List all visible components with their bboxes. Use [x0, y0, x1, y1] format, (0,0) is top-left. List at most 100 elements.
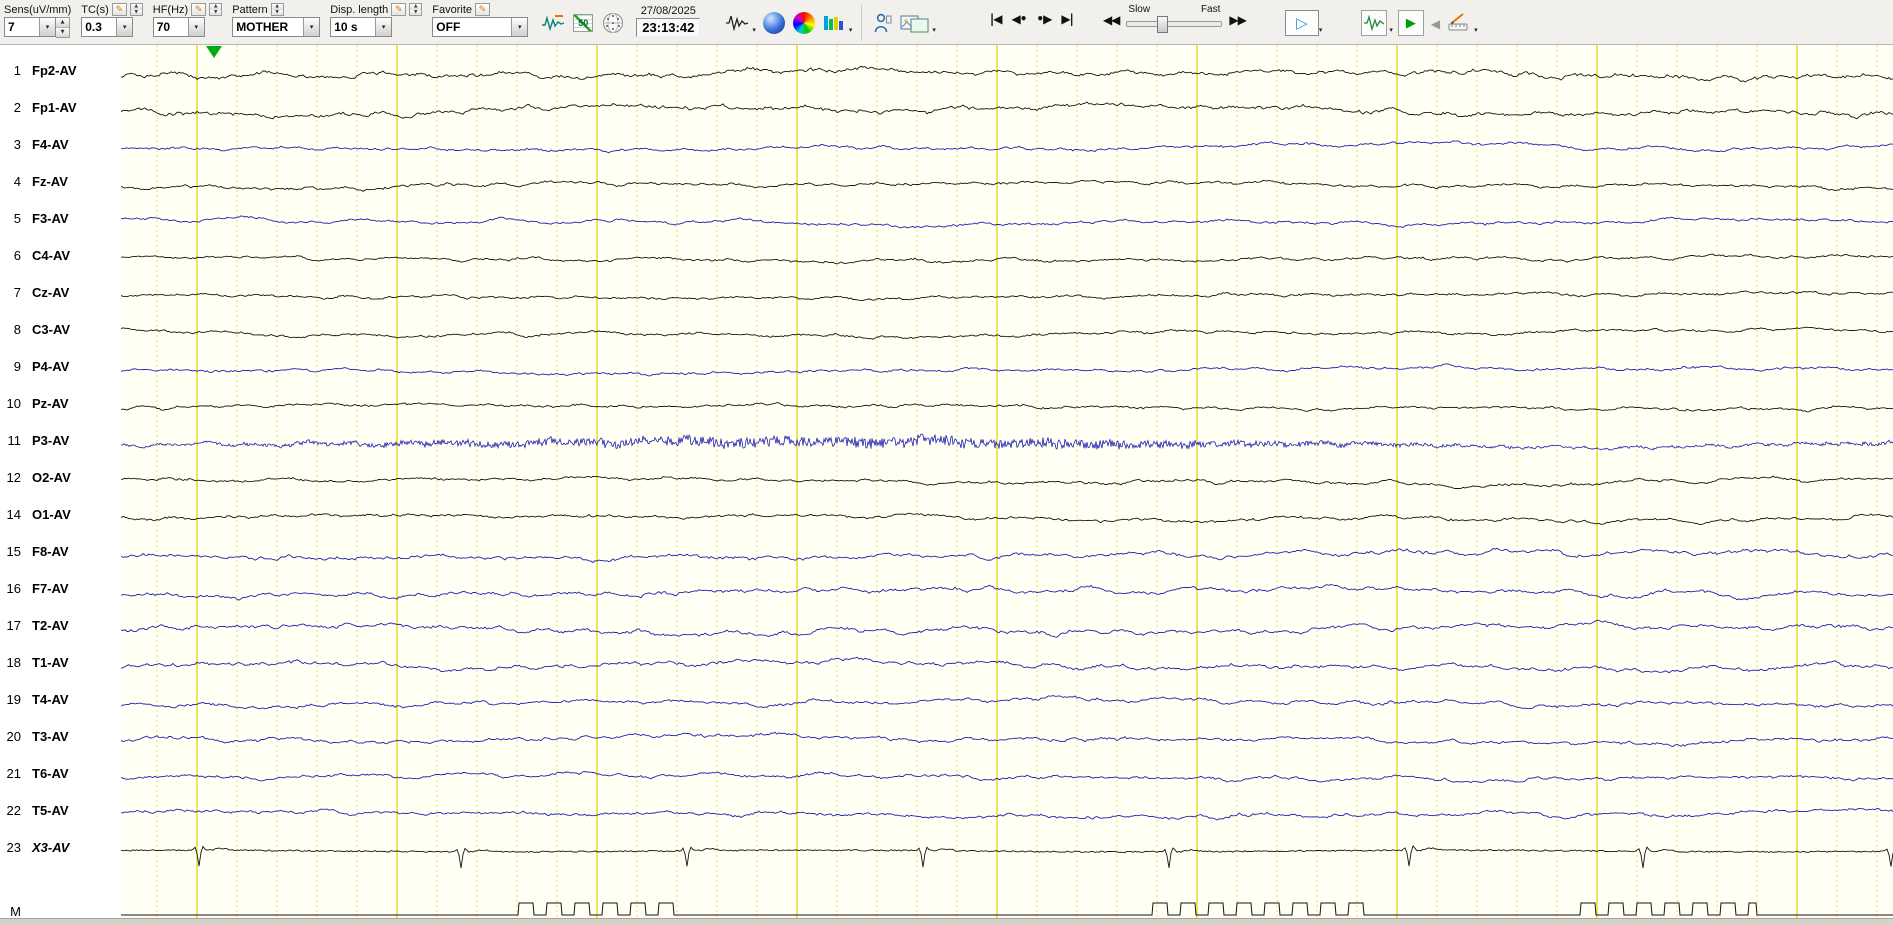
chevron-down-icon[interactable]: ▾: [116, 18, 133, 36]
channel-label-row[interactable]: 8 C3-AV: [0, 322, 121, 338]
channel-label: C3-AV: [32, 322, 71, 337]
skip-to-end-button[interactable]: ▶|: [1056, 12, 1078, 26]
channel-label-row[interactable]: 16 F7-AV: [0, 581, 121, 597]
chevron-down-icon[interactable]: ▾: [1389, 26, 1393, 36]
pattern-value: MOTHER: [236, 20, 289, 34]
time-constant-dropdown[interactable]: 0.3 ▾: [81, 17, 134, 37]
slow-label: Slow: [1128, 4, 1151, 15]
chevron-down-icon[interactable]: ▾: [39, 18, 55, 36]
auto-play-button[interactable]: ▶: [1397, 10, 1424, 36]
sensitivity-dropdown[interactable]: 7 ▾: [4, 17, 56, 37]
high-cut-spinner[interactable]: ▲ ▼: [209, 3, 223, 16]
edit-pencil-icon[interactable]: ✎: [191, 3, 207, 16]
channel-label-row[interactable]: 4 Fz-AV: [0, 174, 121, 190]
chevron-down-icon[interactable]: ▾: [187, 18, 204, 36]
dsa-bars-icon: [823, 16, 843, 30]
pattern-spinner[interactable]: ▲ ▼: [270, 3, 284, 16]
time-constant-spinner[interactable]: ▲ ▼: [129, 3, 143, 16]
channel-number: 6: [13, 248, 21, 263]
brain-map-icon: [762, 12, 785, 34]
position-marker-icon[interactable]: [206, 46, 222, 58]
channel-label-row[interactable]: 5 F3-AV: [0, 211, 121, 227]
favorite-dropdown[interactable]: OFF ▾: [432, 17, 529, 37]
chevron-down-icon[interactable]: ▾: [511, 18, 528, 36]
channel-label: Cz-AV: [32, 285, 70, 300]
channel-label-row[interactable]: 20 T3-AV: [0, 729, 121, 745]
annotation-tools-icon: [1448, 13, 1468, 31]
high-cut-dropdown[interactable]: 70 ▾: [152, 17, 205, 37]
annotation-tools-button[interactable]: [1446, 10, 1472, 36]
channel-number: 18: [6, 655, 21, 670]
display-length-value: 10 s: [334, 20, 358, 34]
favorite-value: OFF: [436, 20, 461, 34]
channel-number: 8: [13, 322, 21, 337]
edit-pencil-icon[interactable]: ✎: [475, 3, 491, 16]
channel-label-row[interactable]: 21 T6-AV: [0, 766, 121, 782]
step-forward-button[interactable]: •▶: [1031, 12, 1056, 26]
patient-info-button[interactable]: [870, 10, 896, 36]
horizontal-scrollbar[interactable]: [0, 918, 1893, 925]
pattern-dropdown[interactable]: MOTHER ▾: [232, 17, 321, 37]
edit-pencil-icon[interactable]: ✎: [391, 3, 407, 16]
video-review-button[interactable]: [900, 10, 930, 36]
channel-label-row[interactable]: 2 Fp1-AV: [0, 100, 121, 116]
speed-slider[interactable]: [1126, 16, 1223, 33]
edit-pencil-icon[interactable]: ✎: [111, 3, 127, 16]
channel-label-row[interactable]: 11 P3-AV: [0, 433, 121, 449]
skip-to-start-button[interactable]: |◀: [985, 12, 1007, 26]
spin-up-icon[interactable]: ▲: [56, 18, 69, 28]
chevron-down-icon[interactable]: ▾: [1474, 26, 1478, 36]
channel-label-row[interactable]: 19 T4-AV: [0, 692, 121, 708]
chevron-down-icon[interactable]: ▾: [1319, 26, 1323, 34]
color-map-button[interactable]: [791, 10, 817, 36]
play-button[interactable]: ▷: [1284, 10, 1319, 36]
eeg-trace-Pz-AV: [121, 402, 1893, 413]
spin-down-icon[interactable]: ▼: [271, 9, 283, 15]
fast-forward-button[interactable]: ▶▶: [1224, 12, 1250, 27]
spin-down-icon[interactable]: ▼: [56, 28, 69, 37]
channel-label-row[interactable]: 6 C4-AV: [0, 248, 121, 264]
display-length-spinner[interactable]: ▲ ▼: [409, 3, 423, 16]
channel-label-row[interactable]: 10 Pz-AV: [0, 396, 121, 412]
dsa-trend-button[interactable]: [821, 10, 847, 36]
waveform-display-button[interactable]: [724, 10, 750, 36]
electrode-map-button[interactable]: [600, 10, 626, 36]
channel-label-row[interactable]: 18 T1-AV: [0, 655, 121, 671]
channel-label-row[interactable]: 7 Cz-AV: [0, 285, 121, 301]
channel-label-row[interactable]: 14 O1-AV: [0, 507, 121, 523]
eeg-area[interactable]: 1 Fp2-AV 2 Fp1-AV 3 F4-AV 4 Fz-AV 5 F3-AV 6 C4-AV 7 C…: [0, 45, 1893, 925]
montage-edit-button[interactable]: [540, 10, 566, 36]
channel-label-row[interactable]: 9 P4-AV: [0, 359, 121, 375]
notch-filter-button[interactable]: 50: [570, 10, 596, 36]
channel-number: 21: [6, 766, 21, 781]
trend-wave-icon: [1364, 15, 1385, 31]
channel-label-row[interactable]: 17 T2-AV: [0, 618, 121, 634]
speed-slider-thumb[interactable]: [1157, 16, 1169, 33]
trend-wave-button[interactable]: [1361, 10, 1388, 36]
high-cut-value: 70: [156, 20, 171, 34]
chevron-down-icon[interactable]: ▾: [849, 26, 853, 34]
chevron-down-icon[interactable]: ▾: [303, 18, 320, 36]
channel-label-row[interactable]: 23 X3-AV: [0, 840, 121, 856]
channel-label-row[interactable]: 22 T5-AV: [0, 803, 121, 819]
channel-label-row[interactable]: 15 F8-AV: [0, 544, 121, 560]
rainbow-map-icon: [792, 12, 815, 34]
chevron-down-icon[interactable]: ▾: [932, 26, 936, 34]
channel-label-row[interactable]: 12 O2-AV: [0, 470, 121, 486]
chevron-down-icon[interactable]: ▾: [752, 26, 756, 34]
channel-label-row[interactable]: 1 Fp2-AV: [0, 63, 121, 79]
rewind-button[interactable]: ◀◀: [1098, 12, 1124, 27]
sensitivity-spinner[interactable]: ▲ ▼: [56, 17, 70, 38]
spin-down-icon[interactable]: ▼: [130, 9, 142, 15]
channel-number: 10: [6, 396, 21, 411]
channel-label-row[interactable]: 3 F4-AV: [0, 137, 121, 153]
spin-down-icon[interactable]: ▼: [410, 9, 422, 15]
spin-down-icon[interactable]: ▼: [210, 9, 222, 15]
eeg-trace-Cz-AV: [121, 290, 1893, 302]
topo-map-button[interactable]: [761, 10, 787, 36]
display-length-dropdown[interactable]: 10 s ▾: [330, 17, 393, 37]
previous-page-button[interactable]: ◀: [1426, 12, 1444, 36]
step-back-button[interactable]: ◀•: [1007, 12, 1032, 26]
chevron-down-icon[interactable]: ▾: [375, 18, 392, 36]
eeg-trace-T6-AV: [121, 771, 1893, 784]
